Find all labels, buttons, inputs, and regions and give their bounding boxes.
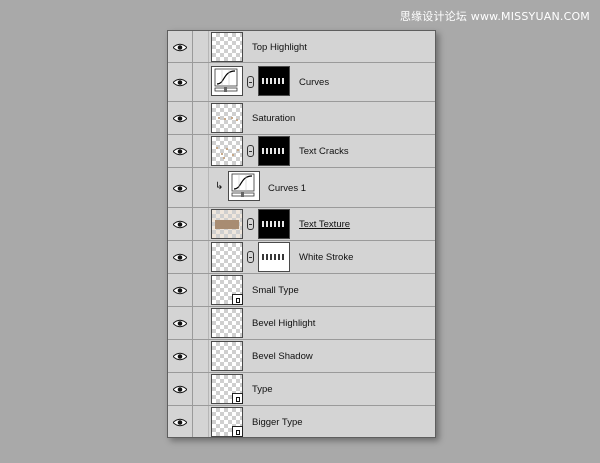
link-column xyxy=(193,340,209,372)
eye-icon xyxy=(173,319,187,328)
link-column xyxy=(193,307,209,339)
eye-icon xyxy=(173,78,187,87)
layer-thumbnail xyxy=(211,32,243,62)
visibility-toggle[interactable] xyxy=(168,406,193,437)
eye-icon xyxy=(173,147,187,156)
layer-row-curves-1[interactable]: ↳ Curves 1 xyxy=(168,168,435,208)
link-column xyxy=(193,373,209,405)
curves-adjustment-icon xyxy=(228,171,260,201)
layer-thumbnail xyxy=(211,308,243,338)
clipping-arrow-icon: ↳ xyxy=(215,181,224,192)
eye-icon xyxy=(173,114,187,123)
layer-name: Bevel Shadow xyxy=(252,351,313,362)
layer-name: Bevel Highlight xyxy=(252,318,316,329)
layer-name: Bigger Type xyxy=(252,417,303,428)
link-column xyxy=(193,208,209,240)
eye-icon xyxy=(173,352,187,361)
layer-thumbnail xyxy=(211,275,243,305)
chain-link-icon[interactable] xyxy=(247,251,254,263)
layer-name: Text Cracks xyxy=(299,146,349,157)
eye-icon xyxy=(173,385,187,394)
link-column xyxy=(193,274,209,306)
link-column xyxy=(193,31,209,62)
link-column xyxy=(193,102,209,134)
layer-row-bigger-type[interactable]: Bigger Type xyxy=(168,406,435,437)
curves-adjustment-icon xyxy=(211,66,243,96)
layer-thumbnail xyxy=(211,374,243,404)
visibility-toggle[interactable] xyxy=(168,274,193,306)
link-column xyxy=(193,63,209,101)
eye-icon xyxy=(173,43,187,51)
layer-mask-thumbnail xyxy=(258,209,290,239)
layer-name: Text Texture xyxy=(299,219,351,230)
layer-thumbnail xyxy=(211,209,243,239)
link-column xyxy=(193,241,209,273)
layer-row-text-cracks[interactable]: Text Cracks xyxy=(168,135,435,168)
watermark-text: 思缘设计论坛 www.MISSYUAN.COM xyxy=(399,10,590,23)
layer-thumbnail xyxy=(211,407,243,437)
layer-thumbnail xyxy=(211,242,243,272)
smart-object-badge-icon xyxy=(232,294,243,305)
smart-object-badge-icon xyxy=(232,393,243,404)
layer-name: Saturation xyxy=(252,113,296,124)
eye-icon xyxy=(173,418,187,426)
layer-mask-thumbnail xyxy=(258,242,290,272)
layer-row-bevel-highlight[interactable]: Bevel Highlight xyxy=(168,307,435,340)
eye-icon xyxy=(173,184,187,192)
visibility-toggle[interactable] xyxy=(168,63,193,101)
layer-row-type[interactable]: Type xyxy=(168,373,435,406)
eye-icon xyxy=(173,286,187,295)
visibility-toggle[interactable] xyxy=(168,102,193,134)
eye-icon xyxy=(173,253,187,262)
layer-name: Curves 1 xyxy=(268,183,307,194)
layer-name: White Stroke xyxy=(299,252,354,263)
eye-icon xyxy=(173,220,187,229)
layer-thumbnail xyxy=(211,136,243,166)
chain-link-icon[interactable] xyxy=(247,145,254,157)
layer-name: Curves xyxy=(299,77,330,88)
layer-row-bevel-shadow[interactable]: Bevel Shadow xyxy=(168,340,435,373)
layer-thumbnail xyxy=(211,341,243,371)
visibility-toggle[interactable] xyxy=(168,208,193,240)
smart-object-badge-icon xyxy=(232,426,243,437)
layer-mask-thumbnail xyxy=(258,136,290,166)
layer-name: Small Type xyxy=(252,285,299,296)
layer-row-curves[interactable]: Curves xyxy=(168,63,435,102)
layer-mask-thumbnail xyxy=(258,66,290,96)
layer-name: Type xyxy=(252,384,273,395)
layer-name: Top Highlight xyxy=(252,42,307,53)
visibility-toggle[interactable] xyxy=(168,373,193,405)
visibility-toggle[interactable] xyxy=(168,168,193,207)
layer-row-white-stroke[interactable]: White Stroke xyxy=(168,241,435,274)
link-column xyxy=(193,135,209,167)
visibility-toggle[interactable] xyxy=(168,241,193,273)
chain-link-icon[interactable] xyxy=(247,76,254,88)
visibility-toggle[interactable] xyxy=(168,307,193,339)
layer-row-top-highlight[interactable]: Top Highlight xyxy=(168,31,435,63)
chain-link-icon[interactable] xyxy=(247,218,254,230)
visibility-toggle[interactable] xyxy=(168,31,193,62)
link-column xyxy=(193,168,209,207)
visibility-toggle[interactable] xyxy=(168,340,193,372)
visibility-toggle[interactable] xyxy=(168,135,193,167)
layer-row-small-type[interactable]: Small Type xyxy=(168,274,435,307)
layer-thumbnail xyxy=(211,103,243,133)
layer-row-saturation[interactable]: Saturation xyxy=(168,102,435,135)
link-column xyxy=(193,406,209,437)
layers-panel: Top Highlight Curves Saturation Text Cra… xyxy=(167,30,436,438)
layer-row-text-texture[interactable]: Text Texture xyxy=(168,208,435,241)
